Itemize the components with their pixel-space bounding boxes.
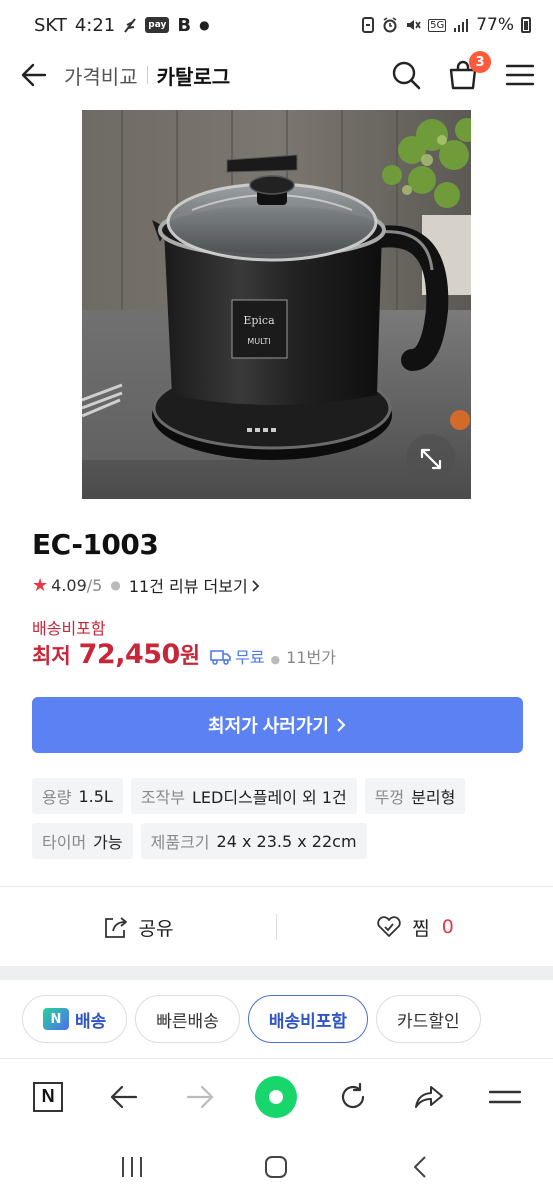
rating-score: 4.09: [51, 575, 87, 595]
section-divider: [0, 966, 553, 980]
share-arrow-icon: [414, 1085, 443, 1108]
action-row: 공유 찜 0: [0, 887, 553, 967]
naver-n-icon: N: [33, 1081, 64, 1112]
browser-toolbar: N: [0, 1058, 553, 1134]
chevron-right-icon: [337, 718, 346, 732]
breadcrumb-divider: [146, 66, 148, 84]
dot-separator: ●: [270, 653, 281, 666]
lowest-label: 최저: [32, 644, 71, 668]
share-button[interactable]: 공유: [0, 914, 276, 941]
back-button[interactable]: [18, 59, 50, 91]
spec-chips: 용량 1.5L 조작부 LED디스플레이 외 1건 뚜껑 분리형 타이머 가능 제품크기…: [32, 778, 532, 868]
rating-row: ★ 4.09 /5 ● 11건 리뷰 더보기: [32, 573, 261, 597]
price-value: 72,450: [78, 639, 181, 670]
b-icon: B: [177, 14, 192, 36]
browser-back-button[interactable]: [102, 1075, 146, 1119]
mute-icon: [407, 20, 421, 30]
system-navigation: [0, 1134, 553, 1200]
back-icon[interactable]: [409, 1155, 433, 1179]
free-shipping-text: 무료: [235, 648, 265, 667]
filter-chips: N 배송 빠른배송 배송비포함 카드할인: [22, 995, 481, 1043]
filter-free-shipping-label: 배송비포함: [268, 1011, 348, 1032]
spec-chip-lid: 뚜껑 분리형: [364, 778, 466, 814]
rating-max: /5: [86, 575, 103, 595]
review-link[interactable]: 11건 리뷰 더보기: [129, 573, 261, 597]
arrow-left-icon: [21, 63, 47, 87]
home-icon[interactable]: [264, 1155, 288, 1179]
share-label: 공유: [138, 917, 174, 940]
wish-count: 0: [441, 916, 454, 938]
menu-icon[interactable]: [505, 60, 535, 90]
recent-apps-icon[interactable]: [120, 1155, 144, 1179]
battery-icon: [521, 17, 531, 33]
seller-name: 11번가: [286, 648, 336, 667]
signal-icon: [454, 19, 469, 32]
bullet-separator: ●: [110, 578, 121, 592]
carrier-label: SKT: [34, 14, 67, 36]
star-icon: ★: [32, 574, 49, 596]
network-type: 5G: [428, 18, 447, 32]
filter-delivery-label: 배송: [75, 1011, 107, 1032]
naver-home-button[interactable]: N: [26, 1075, 70, 1119]
search-icon[interactable]: [391, 60, 421, 90]
currency-unit: 원: [179, 644, 201, 669]
buy-button-label: 최저가 사러가기: [208, 716, 329, 736]
battery-percent: 77%: [476, 15, 514, 35]
n-delivery-icon: N: [43, 1008, 69, 1030]
wish-label: 찜: [412, 917, 430, 940]
pay-icon: pay: [145, 17, 170, 33]
price-row: 최저 72,450 원 무료 ● 11번가: [32, 638, 336, 670]
nfc-icon: [362, 17, 375, 33]
browser-forward-button[interactable]: [178, 1075, 222, 1119]
spec-row: 타이머 가능 제품크기 24 x 23.5 x 22cm: [32, 823, 532, 859]
hamburger-icon: [488, 1090, 521, 1103]
spec-chip-capacity: 용량 1.5L: [32, 778, 123, 814]
status-bar: SKT 4:21 pay B ● 5G 77%: [0, 0, 553, 50]
filter-delivery[interactable]: N 배송: [22, 995, 128, 1043]
refresh-icon: [341, 1082, 364, 1108]
breadcrumb-price-compare[interactable]: 가격비교: [64, 61, 138, 90]
green-dot-icon: [255, 1075, 298, 1118]
arrow-right-icon: [187, 1085, 214, 1108]
expand-icon: [420, 448, 441, 469]
svg-text:Epica: Epica: [243, 314, 275, 327]
spec-chip-controls: 조작부 LED디스플레이 외 1건: [130, 778, 357, 814]
cart-count-badge: 3: [469, 51, 491, 73]
app-header: 가격비교 카탈로그 3: [0, 50, 553, 100]
filter-card-label: 카드할인: [397, 1011, 460, 1032]
svg-text:MULTI: MULTI: [247, 337, 270, 346]
chevron-right-icon: [252, 580, 259, 592]
arrow-left-icon: [111, 1085, 138, 1108]
notification-dot-icon: ●: [199, 18, 210, 32]
clock: 4:21: [74, 14, 116, 36]
shipping-included-label: 배송비포함: [32, 619, 106, 638]
heart-check-icon: [377, 916, 401, 937]
browser-share-button[interactable]: [407, 1075, 451, 1119]
green-dot-button[interactable]: [254, 1075, 298, 1119]
buy-lowest-price-button[interactable]: 최저가 사러가기: [32, 697, 523, 753]
truck-icon: [210, 649, 232, 665]
browser-menu-button[interactable]: [483, 1075, 527, 1119]
page-title: 카탈로그: [156, 64, 231, 89]
product-model: EC-1003: [32, 528, 159, 561]
alarm-icon: [383, 17, 397, 33]
filter-free-shipping[interactable]: 배송비포함: [247, 995, 369, 1043]
wish-button[interactable]: 찜 0: [277, 914, 553, 941]
zoom-button[interactable]: [406, 434, 455, 483]
share-icon: [104, 917, 127, 938]
spec-chip-size: 제품크기 24 x 23.5 x 22cm: [140, 823, 367, 859]
filter-card-discount[interactable]: 카드할인: [376, 995, 481, 1043]
cart-button[interactable]: 3: [447, 51, 491, 91]
spec-chip-timer: 타이머 가능: [32, 823, 133, 859]
feather-icon: [124, 18, 137, 33]
spec-row: 용량 1.5L 조작부 LED디스플레이 외 1건 뚜껑 분리형: [32, 778, 532, 814]
filter-fast-delivery[interactable]: 빠른배송: [135, 995, 240, 1043]
filter-fast-label: 빠른배송: [156, 1011, 219, 1032]
refresh-button[interactable]: [331, 1075, 375, 1119]
